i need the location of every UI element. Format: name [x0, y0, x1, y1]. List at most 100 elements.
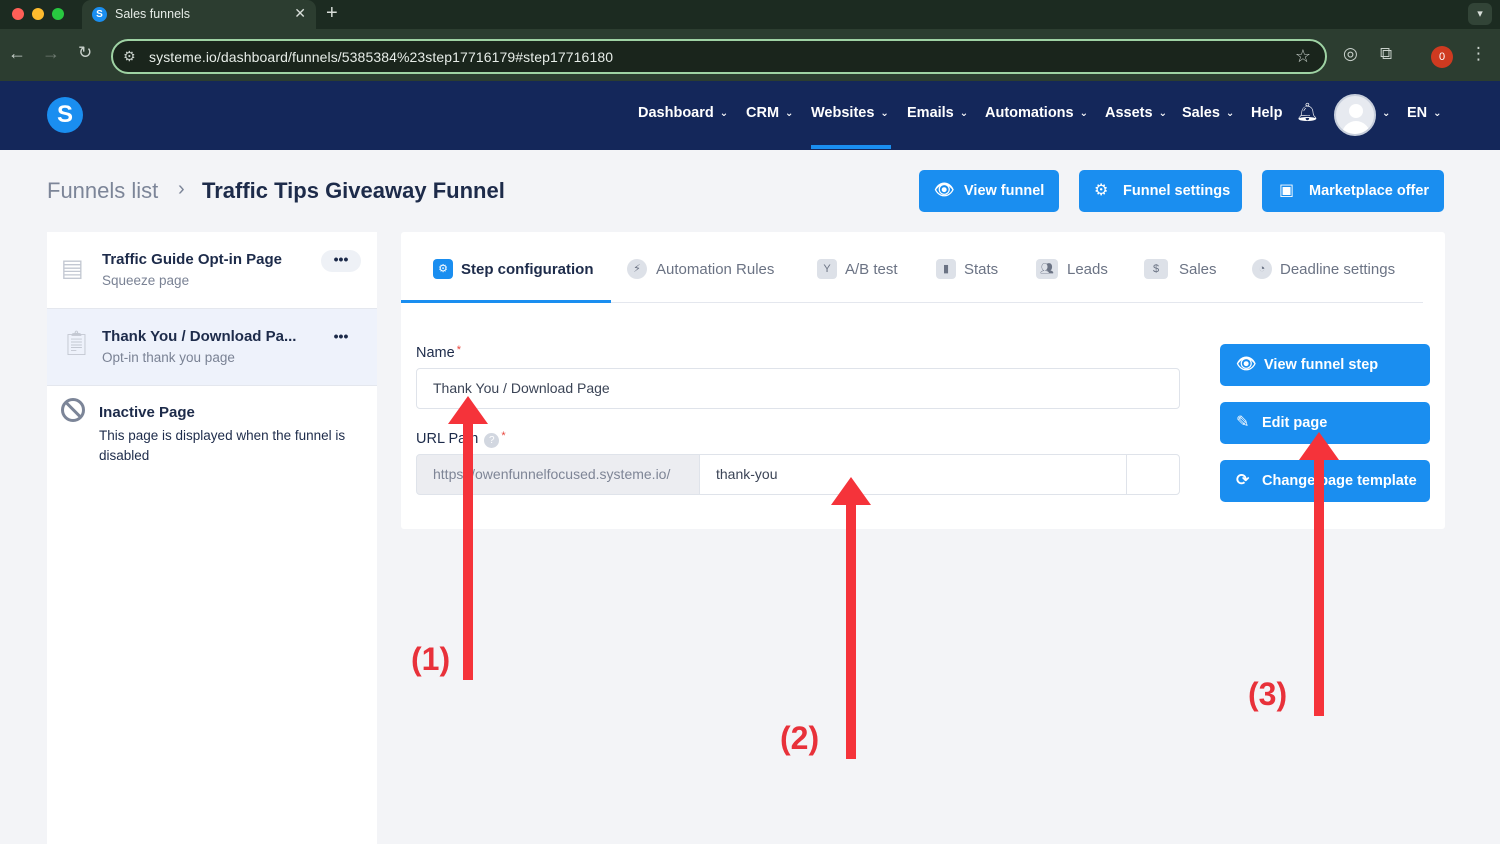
sliders-icon: ⚙ — [433, 259, 453, 279]
sidebar-item-inactive[interactable]: Inactive Page This page is displayed whe… — [47, 386, 377, 476]
nav-label: Sales — [1182, 105, 1220, 121]
nav-sales[interactable]: Sales ⌄ — [1182, 105, 1234, 121]
required-mark: * — [456, 344, 461, 356]
window-maximize-dot[interactable] — [52, 8, 64, 20]
step-configuration-card: ⚙ Step configuration ⚡︎ Automation Rules… — [401, 232, 1445, 529]
tab-title: Sales funnels — [115, 7, 191, 21]
nav-label: Automations — [985, 105, 1074, 121]
address-bar[interactable]: ⚙ systeme.io/dashboard/funnels/5385384%2… — [111, 39, 1327, 74]
nav-assets[interactable]: Assets ⌄ — [1105, 105, 1167, 121]
chevron-down-icon: ⌄ — [1225, 108, 1235, 119]
more-options-icon[interactable]: ••• — [321, 327, 361, 349]
tab-label: Deadline settings — [1280, 261, 1396, 278]
name-input[interactable]: Thank You / Download Page — [416, 368, 1180, 409]
annotation-arrow-1-shaft — [463, 420, 473, 680]
bell-icon[interactable]: 🔔︎ — [1296, 102, 1319, 123]
browser-menu-icon[interactable]: ⋮ — [1470, 44, 1487, 64]
tab-label: Sales — [1179, 261, 1217, 278]
tab-label: Stats — [964, 261, 999, 278]
help-icon[interactable]: ? — [484, 433, 500, 448]
annotation-label-2: (2) — [780, 720, 820, 756]
annotation-arrow-2-shaft — [846, 500, 856, 759]
marketplace-offer-button[interactable]: ▣ Marketplace offer — [1262, 170, 1444, 212]
extensions-puzzle-icon[interactable]: ⧉ — [1380, 44, 1392, 64]
sidebar-item-thank-you[interactable]: 📋︎ Thank You / Download Pa... Opt-in tha… — [47, 309, 377, 385]
nav-emails[interactable]: Emails ⌄ — [907, 105, 968, 121]
url-path-addon — [1126, 454, 1180, 495]
app-header: S Dashboard ⌄ CRM ⌄ Websites ⌄ Emails ⌄ Auto… — [0, 81, 1500, 150]
avatar-head — [1349, 104, 1363, 118]
reload-icon[interactable]: ↻ — [78, 43, 92, 63]
back-arrow-icon[interactable]: ← — [8, 43, 26, 64]
nav-websites[interactable]: Websites ⌄ — [811, 105, 889, 121]
tab-search-chevron-icon[interactable]: ▾ — [1468, 3, 1492, 25]
browser-tab[interactable]: S Sales funnels ✕ — [82, 0, 316, 29]
chevron-down-icon: ⌄ — [1158, 108, 1167, 119]
forward-arrow-icon[interactable]: → — [42, 43, 60, 64]
avatar-chevron-icon[interactable]: ⌄ — [1382, 105, 1390, 121]
funnel-settings-label: Funnel settings — [1123, 183, 1231, 199]
extension-badge[interactable]: 0 — [1431, 46, 1453, 68]
funnel-steps-sidebar: ▤ Traffic Guide Opt-in Page Squeeze page… — [47, 232, 377, 844]
chevron-down-icon: ⌄ — [1433, 108, 1442, 119]
window-minimize-dot[interactable] — [32, 8, 44, 20]
systeme-favicon-icon: S — [92, 7, 107, 22]
eye-icon: 👁︎ — [934, 182, 955, 199]
nav-label: CRM — [746, 105, 780, 121]
disabled-icon — [61, 398, 85, 422]
clock-icon: ◔ — [1252, 259, 1272, 279]
nav-help[interactable]: Help — [1251, 105, 1282, 121]
sidebar-item-title: Inactive Page — [99, 404, 195, 421]
view-funnel-step-button[interactable]: 👁︎ View funnel step — [1220, 344, 1430, 386]
url-prefix: https://owenfunnelfocused.systeme.io/ — [416, 454, 700, 495]
systeme-logo[interactable]: S — [47, 97, 83, 133]
site-settings-icon[interactable]: ⚙ — [123, 48, 136, 65]
nav-crm[interactable]: CRM ⌄ — [746, 105, 793, 121]
marketplace-icon: ▣ — [1279, 182, 1295, 199]
chevron-down-icon: ⌄ — [880, 108, 889, 119]
avatar-body — [1342, 121, 1370, 134]
nav-active-indicator — [811, 145, 891, 149]
thank-you-page-icon: 📋︎ — [61, 330, 92, 357]
squeeze-page-icon: ▤ — [61, 255, 84, 282]
sidebar-item-subtitle: Opt-in thank you page — [102, 350, 235, 365]
language-selector[interactable]: EN ⌄ — [1407, 105, 1442, 121]
chevron-down-icon: ⌄ — [1079, 108, 1088, 119]
bookmark-star-icon[interactable]: ☆ — [1295, 46, 1311, 67]
view-funnel-button[interactable]: 👁︎ View funnel — [919, 170, 1059, 212]
page-title: Traffic Tips Giveaway Funnel — [202, 178, 505, 203]
chevron-down-icon: ⌄ — [959, 108, 969, 119]
nav-dashboard[interactable]: Dashboard ⌄ — [638, 105, 728, 121]
sidebar-item-title: Traffic Guide Opt-in Page — [102, 251, 283, 268]
url-path-input[interactable]: thank-you — [699, 454, 1127, 495]
more-options-icon[interactable]: ••• — [321, 250, 361, 272]
bar-chart-icon: ▮ — [936, 259, 956, 279]
grammarly-extension-icon[interactable]: ◎ — [1343, 44, 1358, 64]
nav-label: Dashboard — [638, 105, 714, 121]
nav-label: Assets — [1105, 105, 1153, 121]
change-template-button[interactable]: ⟳ Change page template — [1220, 460, 1430, 502]
nav-automations[interactable]: Automations ⌄ — [985, 105, 1088, 121]
name-label-text: Name — [416, 345, 455, 361]
new-tab-icon[interactable]: + — [326, 2, 338, 25]
sidebar-item-traffic-guide[interactable]: ▤ Traffic Guide Opt-in Page Squeeze page… — [47, 232, 377, 308]
annotation-label-3: (3) — [1248, 676, 1288, 712]
avatar[interactable] — [1334, 94, 1376, 136]
nav-label: Emails — [907, 105, 954, 121]
sidebar-item-description: This page is displayed when the funnel i… — [99, 428, 346, 463]
split-icon: Y — [817, 259, 837, 279]
tab-label: Leads — [1067, 261, 1108, 278]
tab-close-icon[interactable]: ✕ — [294, 5, 306, 22]
sidebar-item-subtitle: Squeeze page — [102, 273, 190, 288]
view-funnel-label: View funnel — [964, 183, 1045, 199]
window-close-dot[interactable] — [12, 8, 24, 20]
marketplace-offer-label: Marketplace offer — [1309, 183, 1430, 199]
users-icon: 👥︎ — [1036, 259, 1058, 279]
address-url[interactable]: systeme.io/dashboard/funnels/5385384%23s… — [149, 49, 613, 65]
edit-icon: ✎ — [1236, 414, 1250, 431]
url-path-label: URL Path? * — [416, 430, 506, 448]
view-funnel-step-label: View funnel step — [1264, 357, 1379, 373]
funnel-settings-button[interactable]: ⚙ Funnel settings — [1079, 170, 1242, 212]
annotation-arrow-3-shaft — [1314, 455, 1324, 716]
breadcrumb-funnels-list[interactable]: Funnels list — [47, 178, 158, 204]
